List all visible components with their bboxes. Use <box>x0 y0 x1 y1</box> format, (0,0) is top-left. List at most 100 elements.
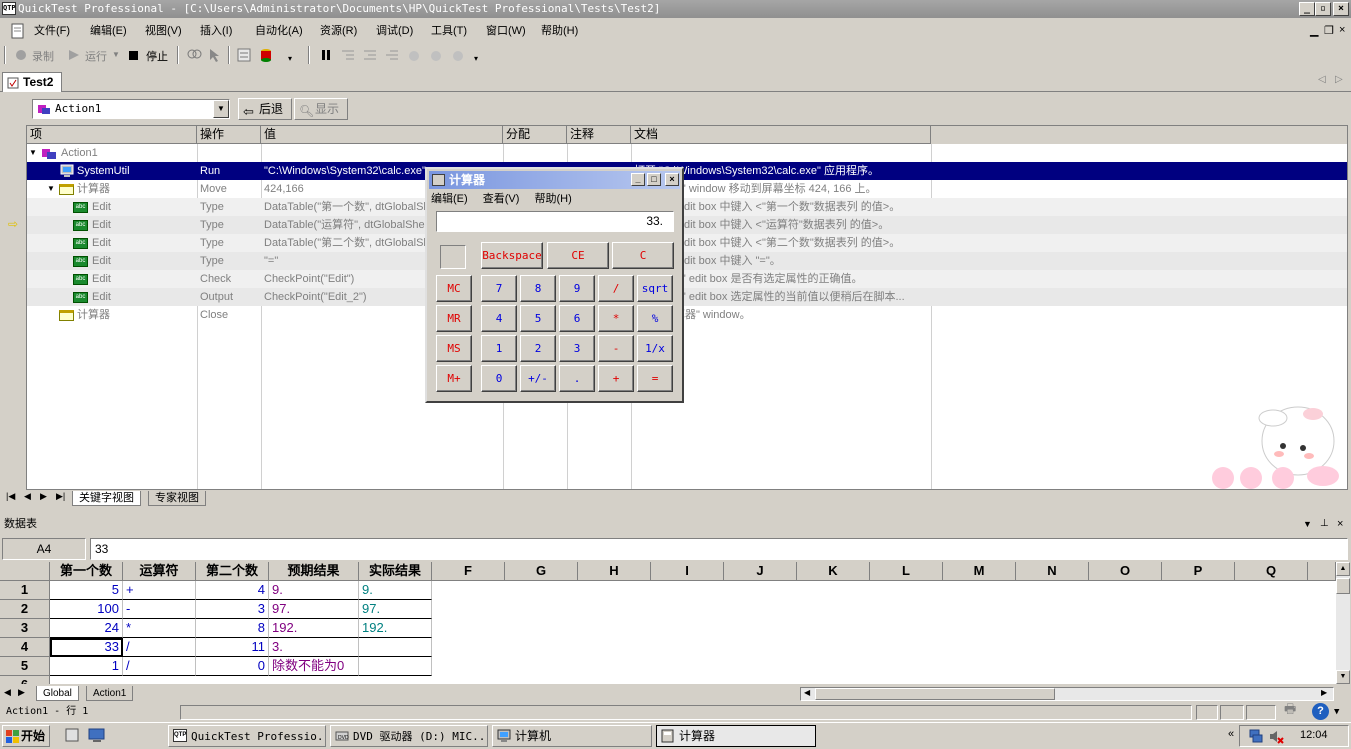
data-cell[interactable]: 3 <box>196 600 269 619</box>
key-reciprocal[interactable]: 1/x <box>637 335 673 362</box>
sheet-corner[interactable] <box>0 562 50 581</box>
grid-row[interactable]: abc Edit Check CheckPoint("Edit") 检查 "Ed… <box>27 270 1347 288</box>
collapse-icon[interactable]: ▼ <box>47 180 55 198</box>
sheet-horizontal-scrollbar[interactable]: ◀ ▶ <box>800 687 1334 701</box>
key-8[interactable]: 8 <box>520 275 556 302</box>
grid-row[interactable]: ▼ Action1 <box>27 144 1347 162</box>
scroll-left-icon[interactable]: ◀ <box>804 688 810 697</box>
data-cell[interactable]: 192. <box>269 619 359 638</box>
scroll-up-icon[interactable]: ▲ <box>1336 562 1350 576</box>
data-cell[interactable]: 97. <box>359 600 432 619</box>
key-0[interactable]: 0 <box>481 365 517 392</box>
taskbar-button-computer[interactable]: 计算机 <box>492 725 652 747</box>
column-header[interactable] <box>1308 562 1336 581</box>
run-dropdown-icon[interactable]: ▼ <box>112 50 120 59</box>
menu-insert[interactable]: 插入(I) <box>200 23 232 39</box>
pin-icon[interactable]: ⊥ <box>1320 516 1329 532</box>
data-cell[interactable] <box>359 657 432 676</box>
c-key[interactable]: C <box>612 242 674 269</box>
grid-row[interactable]: abc Edit Type DataTable("第一个数", dtGlobal… <box>27 198 1347 216</box>
mc-key[interactable]: MC <box>436 275 472 302</box>
key-sqrt[interactable]: sqrt <box>637 275 673 302</box>
data-cell[interactable]: / <box>123 638 196 657</box>
panel-menu-icon[interactable]: ▼ <box>1303 516 1312 532</box>
grid-row[interactable]: 计算器 Close 关闭 "计算器" window。 <box>27 306 1347 324</box>
grid-row[interactable]: abc Edit Output CheckPoint("Edit_2") 输出 … <box>27 288 1347 306</box>
data-cell[interactable]: 5 <box>50 581 123 600</box>
run-icon[interactable] <box>66 47 82 63</box>
key-5[interactable]: 5 <box>520 305 556 332</box>
scroll-thumb[interactable] <box>815 688 1055 700</box>
grid-row-selected[interactable]: SystemUtil Run "C:\Windows\System32\calc… <box>27 162 1347 180</box>
database-icon[interactable] <box>258 47 274 63</box>
column-header[interactable]: 实际结果 <box>359 562 432 581</box>
column-header[interactable]: 第二个数 <box>196 562 269 581</box>
key-subtract[interactable]: - <box>598 335 634 362</box>
key-equals[interactable]: = <box>637 365 673 392</box>
key-1[interactable]: 1 <box>481 335 517 362</box>
volume-muted-icon[interactable] <box>1268 729 1284 744</box>
tray-expand-icon[interactable]: « <box>1228 728 1234 740</box>
object-repository-icon[interactable] <box>236 47 252 63</box>
key-sign[interactable]: +/- <box>520 365 556 392</box>
next-sheet-icon[interactable]: ▶ <box>18 687 25 698</box>
calc-maximize-button[interactable]: □ <box>647 173 661 186</box>
data-sheet[interactable]: 第一个数 运算符 第二个数 预期结果 实际结果 F G H I J K L M … <box>0 562 1336 684</box>
taskbar-button-qtp[interactable]: QTP QuickTest Professio... <box>168 725 326 747</box>
ce-key[interactable]: CE <box>547 242 609 269</box>
data-cell[interactable]: 3. <box>269 638 359 657</box>
scroll-right-icon[interactable]: ▶ <box>1321 688 1327 697</box>
record-icon[interactable] <box>14 47 30 63</box>
column-header[interactable]: G <box>505 562 578 581</box>
key-2[interactable]: 2 <box>520 335 556 362</box>
close-button[interactable]: × <box>1333 2 1349 16</box>
column-header[interactable]: L <box>870 562 943 581</box>
tab-test2[interactable]: Test2 <box>2 72 62 92</box>
scroll-down-icon[interactable]: ▼ <box>1336 670 1350 684</box>
mdi-restore-icon[interactable]: ❐ <box>1324 24 1334 37</box>
grid-row[interactable]: abc Edit Type "=" 在 "Edit" edit box 中键入 … <box>27 252 1347 270</box>
record-button[interactable]: 录制 <box>32 48 54 64</box>
data-cell[interactable]: 4 <box>196 581 269 600</box>
menu-window[interactable]: 窗口(W) <box>486 23 526 39</box>
prev-sheet-icon[interactable]: ◀ <box>4 687 11 698</box>
calculator-titlebar[interactable]: 计算器 _ □ × <box>429 171 680 189</box>
taskbar-button-dvd[interactable]: DVD DVD 驱动器 (D:) MIC... <box>330 725 488 747</box>
clear-breakpoint-icon[interactable] <box>428 47 444 63</box>
data-cell[interactable]: 1 <box>50 657 123 676</box>
panel-close-icon[interactable]: × <box>1337 516 1343 532</box>
row-header[interactable]: 1 <box>0 581 50 600</box>
data-cell[interactable]: 11 <box>196 638 269 657</box>
menu-view[interactable]: 视图(V) <box>145 23 182 39</box>
toolbar-chevron-icon[interactable]: ▾ <box>288 54 292 63</box>
mdi-close-icon[interactable]: × <box>1339 24 1345 36</box>
chevron-down-icon[interactable]: ▼ <box>213 100 229 118</box>
disable-breakpoints-icon[interactable] <box>450 47 466 63</box>
stop-button[interactable]: 停止 <box>146 48 168 64</box>
key-divide[interactable]: / <box>598 275 634 302</box>
mdi-minimize-icon[interactable]: ▁ <box>1310 24 1318 37</box>
column-header[interactable]: J <box>724 562 797 581</box>
menu-resources[interactable]: 资源(R) <box>320 23 357 39</box>
data-cell[interactable]: / <box>123 657 196 676</box>
data-cell[interactable]: 9. <box>359 581 432 600</box>
column-header[interactable]: O <box>1089 562 1162 581</box>
data-cell-selected[interactable]: 33 <box>50 638 123 657</box>
data-cell[interactable]: - <box>123 600 196 619</box>
minimize-button[interactable]: _ <box>1299 2 1315 16</box>
cell-reference-box[interactable]: A4 <box>2 538 86 560</box>
pause-icon[interactable] <box>318 47 334 63</box>
data-cell[interactable]: 100 <box>50 600 123 619</box>
column-header[interactable]: 第一个数 <box>50 562 123 581</box>
key-9[interactable]: 9 <box>559 275 595 302</box>
row-header[interactable]: 4 <box>0 638 50 657</box>
header-value[interactable]: 值 <box>261 126 503 144</box>
data-cell[interactable]: + <box>123 581 196 600</box>
backspace-key[interactable]: Backspace <box>481 242 543 269</box>
document-icon[interactable] <box>10 23 26 39</box>
ms-key[interactable]: MS <box>436 335 472 362</box>
data-cell[interactable]: 9. <box>269 581 359 600</box>
stop-icon[interactable] <box>126 47 142 63</box>
mplus-key[interactable]: M+ <box>436 365 472 392</box>
first-tab-icon[interactable]: |◀ <box>6 491 15 502</box>
